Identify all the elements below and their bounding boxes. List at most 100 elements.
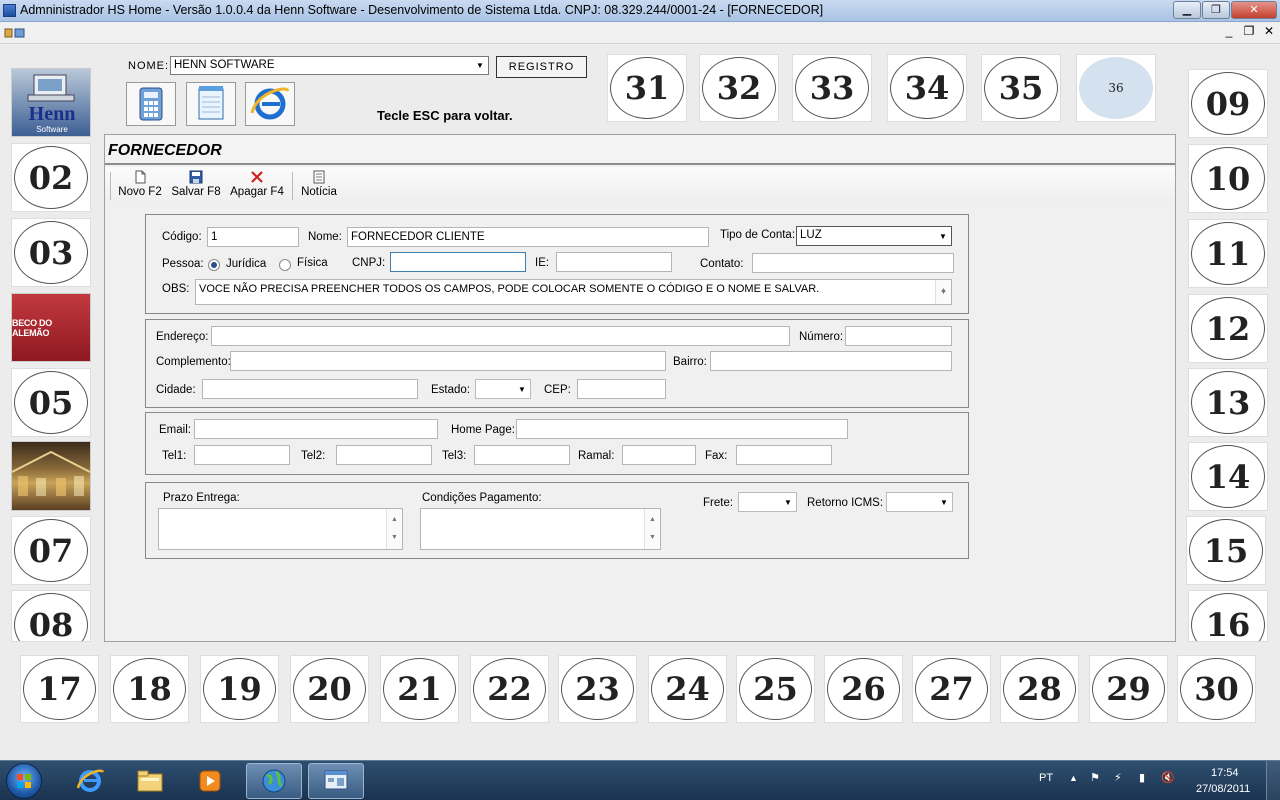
shortcut-09[interactable]: 09 <box>1188 69 1268 138</box>
taskbar-explorer[interactable] <box>122 763 178 799</box>
shortcut-21[interactable]: 21 <box>380 655 459 723</box>
tel3-input[interactable] <box>474 445 570 465</box>
internet-explorer-button[interactable] <box>245 82 295 126</box>
nome-select[interactable]: HENN SOFTWARE ▼ <box>170 56 489 75</box>
shortcut-19[interactable]: 19 <box>200 655 279 723</box>
complemento-input[interactable] <box>230 351 666 371</box>
shortcut-05[interactable]: 05 <box>11 368 91 437</box>
shortcut-31[interactable]: 31 <box>607 54 687 122</box>
nome-input[interactable]: FORNECEDOR CLIENTE <box>347 227 709 247</box>
shortcut-13[interactable]: 13 <box>1188 368 1268 437</box>
tipo-conta-select[interactable]: LUZ ▼ <box>796 226 952 246</box>
language-indicator[interactable]: PT <box>1039 772 1053 784</box>
speaker-muted-icon[interactable]: 🔇 <box>1161 771 1175 784</box>
henn-software-logo[interactable]: Henn Software <box>11 68 91 137</box>
email-input[interactable] <box>194 419 438 439</box>
mdi-close-button[interactable]: ✕ <box>1262 24 1276 38</box>
shortcut-27[interactable]: 27 <box>912 655 991 723</box>
frete-select[interactable]: ▼ <box>738 492 797 512</box>
shortcut-15[interactable]: 15 <box>1186 516 1266 585</box>
condicoes-label: Condições Pagamento: <box>422 492 542 504</box>
cep-input[interactable] <box>577 379 666 399</box>
start-button[interactable] <box>6 763 42 799</box>
shortcut-30[interactable]: 30 <box>1177 655 1256 723</box>
obs-textarea[interactable]: VOCE NÃO PRECISA PREENCHER TODOS OS CAMP… <box>195 279 952 305</box>
shortcut-35[interactable]: 35 <box>981 54 1061 122</box>
shortcut-29[interactable]: 29 <box>1089 655 1168 723</box>
action-center-flag-icon[interactable]: ⚑ <box>1090 771 1100 784</box>
shortcut-10[interactable]: 10 <box>1188 144 1268 213</box>
ie-input[interactable] <box>556 252 672 272</box>
fisica-radio[interactable] <box>279 259 291 271</box>
shortcut-18[interactable]: 18 <box>110 655 189 723</box>
maximize-button[interactable]: ❐ <box>1202 1 1230 19</box>
registro-button[interactable]: REGISTRO <box>496 56 587 78</box>
mdi-minimize-button[interactable]: _ <box>1222 24 1236 38</box>
shortcut-14[interactable]: 14 <box>1188 442 1268 511</box>
cidade-input[interactable] <box>202 379 418 399</box>
apagar-button[interactable]: Apagar F4 <box>229 168 285 204</box>
show-desktop-button[interactable] <box>1266 761 1280 800</box>
shortcut-12[interactable]: 12 <box>1188 294 1268 363</box>
mdi-restore-button[interactable]: ❐ <box>1242 24 1256 38</box>
cnpj-input[interactable] <box>390 252 526 272</box>
shortcut-11[interactable]: 11 <box>1188 219 1268 288</box>
mall-photo-tile[interactable] <box>11 441 91 511</box>
condicoes-textarea[interactable]: ▲ ▼ <box>420 508 661 550</box>
network-signal-icon[interactable]: ▮ <box>1139 771 1145 784</box>
salvar-button[interactable]: Salvar F8 <box>171 168 221 204</box>
juridica-radio[interactable] <box>208 259 220 271</box>
ramal-input[interactable] <box>622 445 696 465</box>
clock-time[interactable]: 17:54 <box>1211 767 1239 779</box>
shortcut-03[interactable]: 03 <box>11 218 91 287</box>
tel1-input[interactable] <box>194 445 290 465</box>
mdi-child-icon[interactable] <box>4 27 26 39</box>
shortcut-16[interactable]: 16 <box>1188 590 1268 642</box>
shortcut-26[interactable]: 26 <box>824 655 903 723</box>
shortcut-33[interactable]: 33 <box>792 54 872 122</box>
save-icon <box>189 170 203 184</box>
shortcut-25[interactable]: 25 <box>736 655 815 723</box>
taskbar-internet-explorer[interactable] <box>62 763 118 799</box>
shortcut-17[interactable]: 17 <box>20 655 99 723</box>
minimize-button[interactable]: ▁ <box>1173 1 1201 19</box>
taskbar-media-player[interactable] <box>182 763 238 799</box>
shortcut-20[interactable]: 20 <box>290 655 369 723</box>
numero-input[interactable] <box>845 326 952 346</box>
tel2-input[interactable] <box>336 445 432 465</box>
shortcut-22[interactable]: 22 <box>470 655 549 723</box>
shortcut-34[interactable]: 34 <box>887 54 967 122</box>
notepad-button[interactable] <box>186 82 236 126</box>
estado-select[interactable]: ▼ <box>475 379 531 399</box>
bairro-input[interactable] <box>710 351 952 371</box>
homepage-input[interactable] <box>516 419 848 439</box>
shortcut-02[interactable]: 02 <box>11 143 91 212</box>
noticia-button[interactable]: Notícia <box>298 168 340 204</box>
taskbar-hs-home-app[interactable] <box>308 763 364 799</box>
clock-date[interactable]: 27/08/2011 <box>1196 783 1250 795</box>
shortcut-24[interactable]: 24 <box>648 655 727 723</box>
contato-input[interactable] <box>752 253 954 273</box>
novo-button[interactable]: Novo F2 <box>117 168 163 204</box>
close-button[interactable]: ✕ <box>1231 1 1277 19</box>
retorno-icms-select[interactable]: ▼ <box>886 492 953 512</box>
prazo-textarea[interactable]: ▲ ▼ <box>158 508 403 550</box>
show-hidden-icons[interactable]: ▲ <box>1069 773 1078 783</box>
taskbar-globe-app[interactable] <box>246 763 302 799</box>
fax-input[interactable] <box>736 445 832 465</box>
shortcut-36-selected[interactable]: 36 <box>1076 54 1156 122</box>
shortcut-23[interactable]: 23 <box>558 655 637 723</box>
prazo-scrollbar[interactable]: ▲ ▼ <box>386 509 402 549</box>
shortcut-08[interactable]: 08 <box>11 590 91 642</box>
obs-scrollbar[interactable]: ▲ ▼ <box>935 280 951 304</box>
codigo-input[interactable]: 1 <box>207 227 299 247</box>
shortcut-32[interactable]: 32 <box>699 54 779 122</box>
condicoes-scrollbar[interactable]: ▲ ▼ <box>644 509 660 549</box>
shortcut-07[interactable]: 07 <box>11 516 91 585</box>
calculator-button[interactable] <box>126 82 176 126</box>
chevron-down-icon: ▼ <box>518 384 526 394</box>
power-plug-icon[interactable]: ⚡ <box>1114 771 1122 784</box>
endereco-input[interactable] <box>211 326 790 346</box>
shortcut-28[interactable]: 28 <box>1000 655 1079 723</box>
beco-do-alemao-tile[interactable]: BECO DO ALEMÃO <box>11 293 91 362</box>
